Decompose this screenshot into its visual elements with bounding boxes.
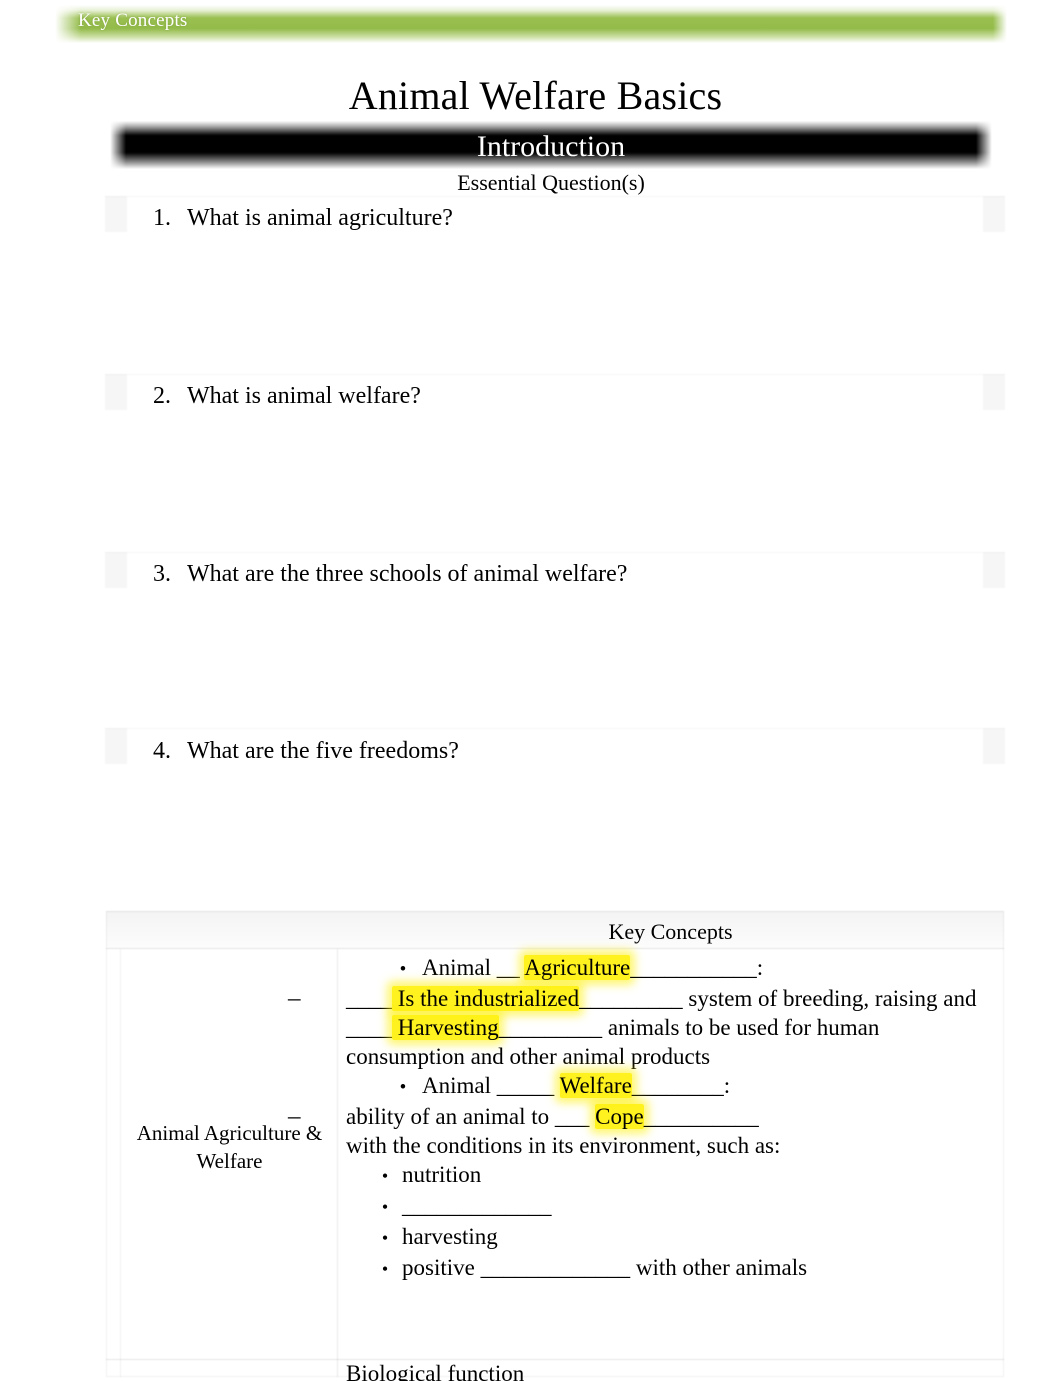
dash-1-blank-mid: _________ bbox=[579, 986, 683, 1011]
dash-3-tail-text: with the conditions in its environment, … bbox=[346, 1133, 781, 1158]
key-concepts-header: Key Concepts bbox=[608, 919, 733, 944]
concept-dash-3-tail: with the conditions in its environment, … bbox=[346, 1131, 996, 1160]
bullet-2-suffix: : bbox=[723, 1073, 731, 1098]
bullet-icon: • bbox=[381, 1197, 389, 1217]
table-inner-line bbox=[120, 949, 121, 1377]
dash-3-text: ability of an animal to ___ bbox=[346, 1104, 596, 1129]
concept-dash-3: – ability of an animal to ___ Cope_______… bbox=[288, 1102, 996, 1131]
concept-dash-2: ____ Harvesting_________ animals to be u… bbox=[346, 1013, 996, 1071]
bullet-icon: • bbox=[399, 959, 407, 980]
list-item: • positive _____________ with other anima… bbox=[346, 1253, 996, 1284]
key-concepts-content: • Animal __ Agriculture___________: – ____… bbox=[288, 953, 996, 1284]
essential-questions-heading: Essential Question(s) bbox=[457, 170, 645, 195]
sub-bullet-text: nutrition bbox=[402, 1162, 482, 1187]
concept-bullet-1: • Animal __ Agriculture___________: bbox=[346, 953, 996, 984]
list-item: • _____________ bbox=[346, 1191, 996, 1222]
dash-1-blank-lead: ____ bbox=[346, 986, 392, 1011]
key-concepts-table: Key Concepts Animal Agriculture & Welfar… bbox=[106, 911, 1004, 1381]
concept-bullet-2: • Animal _____ Welfare________: bbox=[346, 1071, 996, 1102]
question-text: What are the three schools of animal wel… bbox=[187, 561, 628, 587]
dash-3-fill-answer: Cope bbox=[595, 1104, 644, 1129]
question-number: 3. bbox=[153, 561, 171, 587]
bullet-icon: • bbox=[399, 1077, 407, 1098]
question-text: What is animal welfare? bbox=[187, 383, 421, 409]
bullet-1-suffix: : bbox=[756, 955, 764, 980]
bullet-1-fill-answer: Agriculture bbox=[524, 955, 631, 980]
bullet-icon: • bbox=[381, 1228, 389, 1248]
sub-bullet-text: positive bbox=[402, 1255, 481, 1280]
key-concepts-row-label: Animal Agriculture & Welfare bbox=[122, 1119, 337, 1175]
bullet-1-blank: ___________ bbox=[630, 955, 757, 980]
sub-bullet-text: harvesting bbox=[402, 1224, 498, 1249]
question-number: 2. bbox=[153, 383, 171, 409]
dash-2-blank-lead: ____ bbox=[346, 1015, 392, 1040]
dash-1-fill-answer: Is the industrialized bbox=[392, 986, 580, 1011]
page-header-band bbox=[55, 5, 1007, 43]
dash-1-text: system of breeding, raising and bbox=[682, 986, 977, 1011]
question-number: 1. bbox=[153, 205, 171, 231]
sub-bullet-blank: _____________ bbox=[402, 1193, 552, 1218]
dash-icon: – bbox=[288, 985, 301, 1012]
list-item: • nutrition bbox=[346, 1160, 996, 1191]
bullet-2-prefix: Animal _____ bbox=[422, 1073, 560, 1098]
page-title: Animal Welfare Basics bbox=[348, 73, 723, 118]
bullet-2-blank: ________ bbox=[631, 1073, 724, 1098]
bullet-1-prefix: Animal __ bbox=[422, 955, 525, 980]
concept-dash-1: – ____ Is the industrialized_________ sys… bbox=[288, 984, 996, 1013]
sub-bullet-tail: with other animals bbox=[630, 1255, 808, 1280]
page-header-label: Key Concepts bbox=[78, 10, 188, 31]
sub-bullet-blank: _____________ bbox=[480, 1255, 631, 1280]
question-number: 4. bbox=[153, 738, 171, 764]
dash-icon: – bbox=[288, 1103, 301, 1130]
question-text: What is animal agriculture? bbox=[187, 205, 453, 231]
section-band-label: Introduction bbox=[476, 130, 626, 163]
clipped-row-text: Biological function bbox=[346, 1361, 525, 1381]
dash-3-blank: __________ bbox=[643, 1104, 759, 1129]
bullet-icon: • bbox=[381, 1166, 389, 1186]
table-column-divider bbox=[337, 949, 338, 1377]
bullet-icon: • bbox=[381, 1259, 389, 1279]
dash-2-fill-answer: Harvesting bbox=[392, 1015, 499, 1040]
dash-2-blank-mid: _________ bbox=[498, 1015, 603, 1040]
bullet-2-fill-answer: Welfare bbox=[559, 1073, 632, 1098]
clipped-next-row: Biological function bbox=[346, 1359, 996, 1381]
question-text: What are the five freedoms? bbox=[187, 738, 459, 764]
essential-questions-table: 1. What is animal agriculture? 2. What i… bbox=[105, 196, 1005, 764]
list-item: • harvesting bbox=[346, 1222, 996, 1253]
